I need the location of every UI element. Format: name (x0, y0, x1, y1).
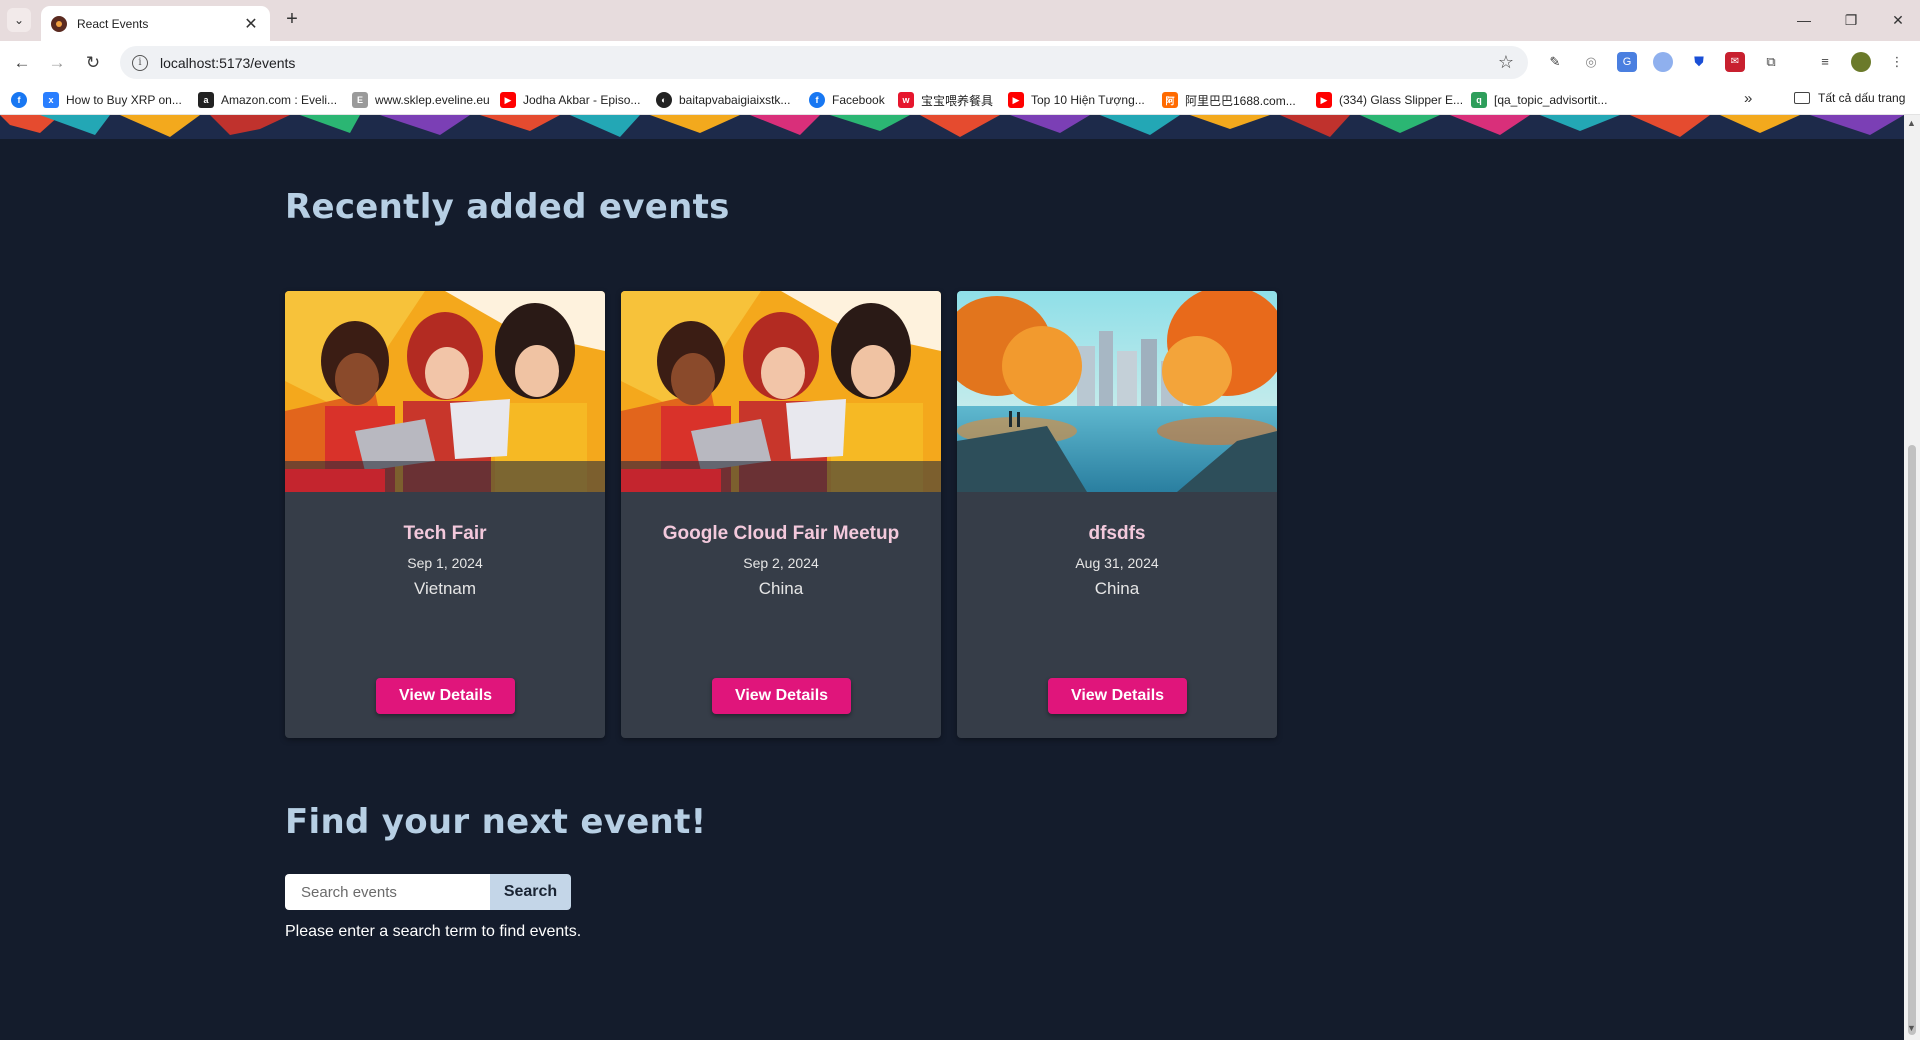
bookmark-label: www.sklep.eveline.eu (375, 93, 490, 107)
event-card: Google Cloud Fair Meetup Sep 2, 2024 Chi… (621, 291, 941, 738)
view-details-button[interactable]: View Details (376, 678, 515, 714)
page-scrollbar[interactable]: ▲ ▼ (1904, 115, 1920, 1040)
media-control-icon[interactable]: ≡ (1815, 52, 1835, 72)
weibo-icon: w (898, 92, 914, 108)
xrp-icon: x (43, 92, 59, 108)
event-title: Google Cloud Fair Meetup (662, 523, 900, 544)
event-location: China (758, 579, 804, 598)
event-image-women-laptops (285, 291, 605, 492)
bookmark-label: (334) Glass Slipper E... (1339, 93, 1464, 107)
search-button[interactable]: Search (490, 874, 571, 910)
page-viewport: Recently added events Tech Fair Sep 1, 2… (0, 115, 1904, 1040)
event-date: Sep 1, 2024 (407, 555, 483, 571)
window-close-button[interactable]: ✕ (1883, 8, 1913, 32)
red-extension-icon[interactable]: ✉ (1725, 52, 1745, 72)
find-event-heading: Find your next event! (285, 802, 707, 842)
site-icon: ◐ (656, 92, 672, 108)
bookmark-label: 宝宝喂养餐具 (921, 93, 994, 108)
restore-button[interactable]: ❐ (1836, 8, 1866, 32)
lens-extension-icon[interactable] (1653, 52, 1673, 72)
event-date: Sep 2, 2024 (743, 555, 819, 571)
url-text: localhost:5173/events (160, 54, 296, 71)
amazon-icon: a (198, 92, 214, 108)
reload-button[interactable]: ↻ (80, 50, 106, 76)
youtube-icon: ▶ (1008, 92, 1024, 108)
bookmark-item[interactable]: ▶ (334) Glass Slipper E... (1316, 91, 1463, 109)
minimize-button[interactable]: — (1789, 8, 1819, 32)
all-bookmarks-label: Tất cả dấu trang (1818, 91, 1906, 105)
bookmark-item[interactable]: 阿阿里巴巴1688.com... (1162, 91, 1296, 109)
search-message: Please enter a search term to find event… (285, 923, 582, 940)
scroll-down-arrow-icon[interactable]: ▼ (1907, 1023, 1916, 1033)
bookmark-item[interactable]: ▶ Top 10 Hiện Tượng... (1008, 91, 1145, 109)
event-location: Vietnam (413, 579, 477, 598)
site-info-icon[interactable]: i (132, 54, 148, 71)
extensions-puzzle-icon[interactable]: ⧉ (1761, 52, 1781, 72)
youtube-icon: ▶ (1316, 92, 1332, 108)
scroll-up-arrow-icon[interactable]: ▲ (1907, 118, 1916, 128)
qa-icon: q (1471, 92, 1487, 108)
tab-search-chevron-icon[interactable]: ⌄ (7, 8, 31, 32)
view-details-button[interactable]: View Details (1048, 678, 1187, 714)
browser-toolbar: ← → ↻ i localhost:5173/events ☆ ✎ ◎ G ⛊ … (0, 41, 1920, 84)
bookmark-label: Top 10 Hiện Tượng... (1031, 93, 1145, 107)
bookmark-item[interactable]: q [qa_topic_advisortit... (1471, 91, 1607, 109)
bookmark-label: [qa_topic_advisortit... (1494, 93, 1608, 107)
all-bookmarks-folder[interactable]: Tất cả dấu trang (1794, 91, 1905, 105)
bookmark-label: baitapvabaigiaixstk... (679, 93, 791, 107)
event-image-women-laptops (621, 291, 941, 492)
menu-kebab-icon[interactable]: ⋮ (1887, 52, 1907, 72)
tab-react-events[interactable]: React Events ✕ (41, 6, 270, 41)
bookmark-star-icon[interactable]: ☆ (1498, 52, 1514, 73)
back-button[interactable]: ← (9, 50, 35, 76)
search-input[interactable] (285, 874, 490, 910)
shield-extension-icon[interactable]: ⛊ (1689, 52, 1709, 72)
facebook-icon: f (809, 92, 825, 108)
recent-events-heading: Recently added events (285, 187, 730, 227)
eveline-icon: E (352, 92, 368, 108)
bookmark-label: Facebook (832, 93, 885, 107)
event-image-autumn-park (957, 291, 1277, 492)
bookmark-item[interactable]: ◐ baitapvabaigiaixstk... (656, 91, 790, 109)
bookmark-item[interactable]: a Amazon.com : Eveli... (198, 91, 337, 109)
profile-avatar[interactable] (1851, 52, 1871, 72)
facebook-icon: f (11, 92, 27, 108)
bookmark-label: Jodha Akbar - Episo... (523, 93, 641, 107)
hero-banner-bottom (0, 115, 1904, 139)
compass-extension-icon[interactable]: ◎ (1581, 52, 1601, 72)
tab-favicon-icon (51, 15, 67, 32)
bookmark-item[interactable]: Ewww.sklep.eveline.eu (352, 91, 490, 109)
bookmark-item[interactable]: w 宝宝喂养餐具 (898, 91, 993, 109)
tab-close-icon[interactable]: ✕ (242, 14, 260, 34)
address-bar[interactable]: i localhost:5173/events ☆ (120, 46, 1528, 79)
bookmark-label: 阿里巴巴1688.com... (1185, 93, 1296, 108)
bookmark-label: How to Buy XRP on... (66, 93, 182, 107)
tab-strip: ⌄ React Events ✕ + — ❐ ✕ (0, 0, 1920, 41)
eyedropper-extension-icon[interactable]: ✎ (1545, 52, 1565, 72)
view-details-button[interactable]: View Details (712, 678, 851, 714)
bookmarks-bar: f x How to Buy XRP on... a Amazon.com : Ev… (0, 84, 1920, 115)
bookmark-item[interactable]: f (11, 91, 34, 109)
forward-button[interactable]: → (44, 50, 70, 76)
bookmark-item[interactable]: ▶ Jodha Akbar - Episo... (500, 91, 640, 109)
event-title: dfsdfs (1088, 523, 1146, 544)
translate-extension-icon[interactable]: G (1617, 52, 1637, 72)
scrollbar-thumb[interactable] (1908, 445, 1916, 1035)
bookmark-item[interactable]: x How to Buy XRP on... (43, 91, 182, 109)
event-card: Tech Fair Sep 1, 2024 Vietnam View Detai… (285, 291, 605, 738)
event-location: China (1094, 579, 1140, 598)
event-card: dfsdfs Aug 31, 2024 China View Details (957, 291, 1277, 738)
event-date: Aug 31, 2024 (1075, 555, 1159, 571)
event-title: Tech Fair (403, 523, 487, 544)
youtube-icon: ▶ (500, 92, 516, 108)
more-bookmarks-chevron-icon[interactable]: » (1744, 90, 1752, 107)
alibaba-icon: 阿 (1162, 92, 1178, 108)
new-tab-button[interactable]: + (280, 8, 304, 32)
search-form: Search (285, 874, 571, 910)
bookmark-label: Amazon.com : Eveli... (221, 93, 338, 107)
tab-title: React Events (77, 16, 149, 31)
folder-icon (1794, 92, 1810, 104)
bookmark-item[interactable]: f Facebook (809, 91, 885, 109)
